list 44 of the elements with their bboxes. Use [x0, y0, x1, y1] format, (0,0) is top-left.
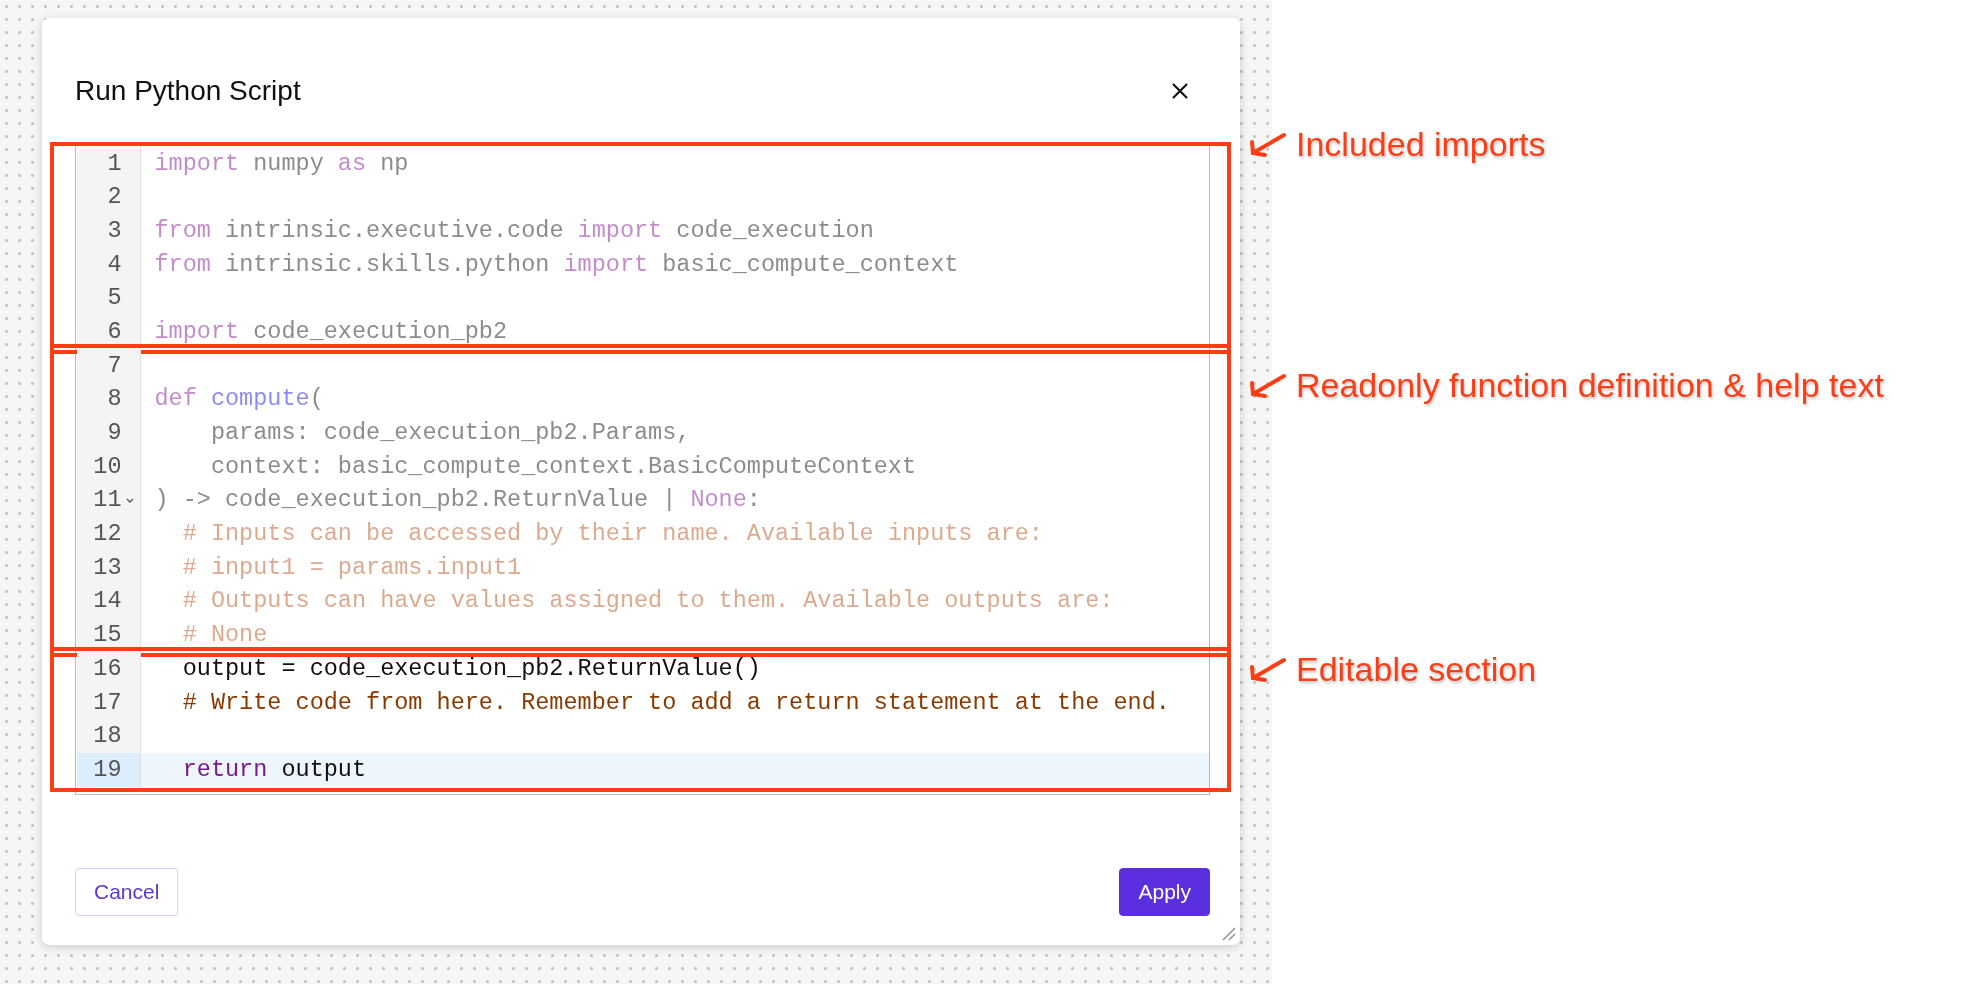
callout-arrow [1248, 131, 1286, 158]
line-number: 4 [106, 249, 122, 280]
line-number: 12 [93, 519, 122, 550]
code-line: # Write code from here. Remember to add a return statement at the end. [181, 687, 1171, 718]
code-line: ) -> code_execution_pb2.ReturnValue | None: [153, 485, 762, 516]
annotation-label: Editable section [1296, 650, 1537, 689]
apply-button[interactable]: Apply [1119, 868, 1210, 916]
code-line: import numpy as np [153, 148, 410, 179]
annotation-label: Readonly function definition & help text [1296, 366, 1884, 405]
code-line: from intrinsic.skills.python import basic_compute_context [153, 249, 960, 280]
callout-arrow [1248, 372, 1286, 399]
line-number: 7 [106, 350, 122, 381]
line-number: 18 [93, 721, 122, 752]
line-number: 6 [106, 316, 122, 347]
line-number: 19 [93, 754, 122, 785]
code-line: # None [181, 620, 269, 651]
line-number: 15 [93, 620, 122, 651]
line-number: 8 [106, 384, 122, 415]
line-number: 16 [93, 653, 122, 684]
line-number: 14 [93, 586, 122, 617]
code-line: import code_execution_pb2 [153, 316, 509, 347]
code-line: # Outputs can have values assigned to them. Available outputs are: [181, 586, 1115, 617]
code-line: context: basic_compute_context.BasicComputeContext [209, 451, 918, 482]
callout-arrow [1248, 656, 1286, 683]
line-number: 2 [106, 182, 122, 213]
code-line: def compute( [153, 384, 325, 415]
code-line: from intrinsic.executive.code import code_execution [153, 215, 875, 246]
close-icon [1171, 81, 1189, 100]
resize-grip-icon[interactable] [1220, 925, 1236, 941]
code-line: # input1 = params.input1 [181, 552, 523, 583]
code-line: output = code_execution_pb2.ReturnValue() [181, 653, 762, 684]
line-number: 13 [93, 552, 122, 583]
line-number: 17 [93, 687, 122, 718]
line-number: 3 [106, 215, 122, 246]
code-line: # Inputs can be accessed by their name. Available inputs are: [181, 519, 1044, 550]
line-number: 5 [106, 283, 122, 314]
line-number: 10 [93, 451, 122, 482]
line-number: 9 [106, 418, 122, 448]
annotation-label: Included imports [1296, 125, 1546, 164]
dialog-title: Run Python Script [75, 74, 301, 107]
cancel-button[interactable]: Cancel [75, 868, 179, 916]
line-number: 11 [93, 485, 122, 516]
code-line: params: code_execution_pb2.Params, [209, 418, 692, 448]
line-number: 1 [106, 148, 122, 179]
